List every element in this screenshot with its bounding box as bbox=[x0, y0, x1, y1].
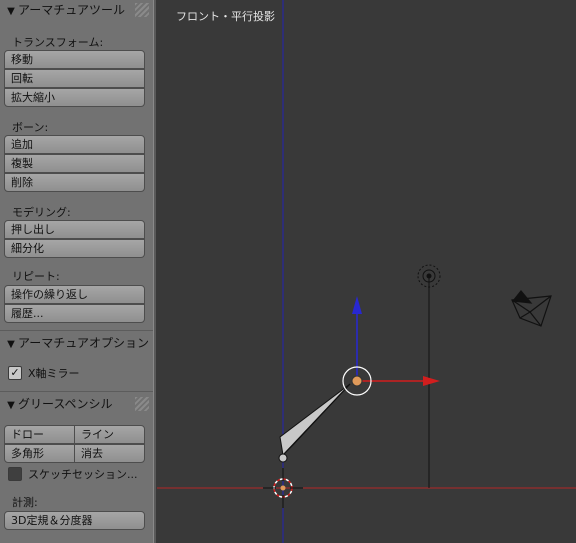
history-button[interactable]: 履歴... bbox=[4, 304, 145, 323]
draw-button[interactable]: ドロー bbox=[4, 425, 75, 444]
subdivide-button[interactable]: 細分化 bbox=[4, 239, 145, 258]
modeling-label: モデリング: bbox=[12, 206, 71, 219]
extrude-button[interactable]: 押し出し bbox=[4, 220, 145, 239]
bone[interactable] bbox=[278, 383, 351, 463]
lamp-icon[interactable] bbox=[417, 264, 441, 488]
measure-label: 計測: bbox=[12, 496, 38, 509]
repeat-label: リピート: bbox=[12, 270, 60, 283]
rotate-button[interactable]: 回転 bbox=[4, 69, 145, 88]
checkbox-checked-icon[interactable]: ✓ bbox=[8, 366, 22, 380]
tool-shelf-border[interactable] bbox=[153, 0, 156, 543]
panel-header-armature-tools[interactable]: ▼ アーマチュアツール bbox=[0, 0, 153, 20]
camera-icon[interactable] bbox=[511, 290, 552, 327]
x-mirror-checkbox[interactable]: ✓ X軸ミラー bbox=[8, 366, 80, 382]
panel-separator bbox=[0, 330, 153, 331]
drag-grip-icon[interactable] bbox=[135, 397, 149, 411]
drag-grip-icon[interactable] bbox=[135, 3, 149, 17]
line-button[interactable]: ライン bbox=[74, 425, 145, 444]
viewport-scene[interactable] bbox=[157, 0, 576, 543]
panel-header-armature-options[interactable]: ▼ アーマチュアオプション bbox=[0, 333, 153, 353]
checkbox-unchecked-icon[interactable] bbox=[8, 467, 22, 481]
repeat-last-button[interactable]: 操作の繰り返し bbox=[4, 285, 145, 304]
ruler-protractor-button[interactable]: 3D定規＆分度器 bbox=[4, 511, 145, 530]
duplicate-button[interactable]: 複製 bbox=[4, 154, 145, 173]
bone-label: ボーン: bbox=[12, 121, 49, 134]
collapse-triangle-icon[interactable]: ▼ bbox=[4, 2, 18, 22]
panel-title: グリースペンシル bbox=[18, 397, 113, 411]
collapse-triangle-icon[interactable]: ▼ bbox=[4, 396, 18, 416]
panel-title: アーマチュアツール bbox=[18, 3, 126, 17]
move-button[interactable]: 移動 bbox=[4, 50, 145, 69]
panel-title: アーマチュアオプション bbox=[18, 336, 150, 350]
manipulator-widget[interactable] bbox=[342, 296, 440, 396]
scale-button[interactable]: 拡大縮小 bbox=[4, 88, 145, 107]
x-mirror-label: X軸ミラー bbox=[28, 367, 80, 380]
add-bone-button[interactable]: 追加 bbox=[4, 135, 145, 154]
transform-label: トランスフォーム: bbox=[12, 36, 104, 49]
polygon-button[interactable]: 多角形 bbox=[4, 444, 75, 463]
sketch-session-label: スケッチセッション... bbox=[28, 468, 138, 481]
collapse-triangle-icon[interactable]: ▼ bbox=[4, 335, 18, 355]
sketch-session-checkbox[interactable]: スケッチセッション... bbox=[8, 467, 138, 483]
panel-separator bbox=[0, 391, 153, 392]
delete-button[interactable]: 削除 bbox=[4, 173, 145, 192]
3d-cursor-icon[interactable] bbox=[263, 468, 303, 508]
panel-header-grease-pencil[interactable]: ▼ グリースペンシル bbox=[0, 394, 153, 414]
erase-button[interactable]: 消去 bbox=[74, 444, 145, 463]
